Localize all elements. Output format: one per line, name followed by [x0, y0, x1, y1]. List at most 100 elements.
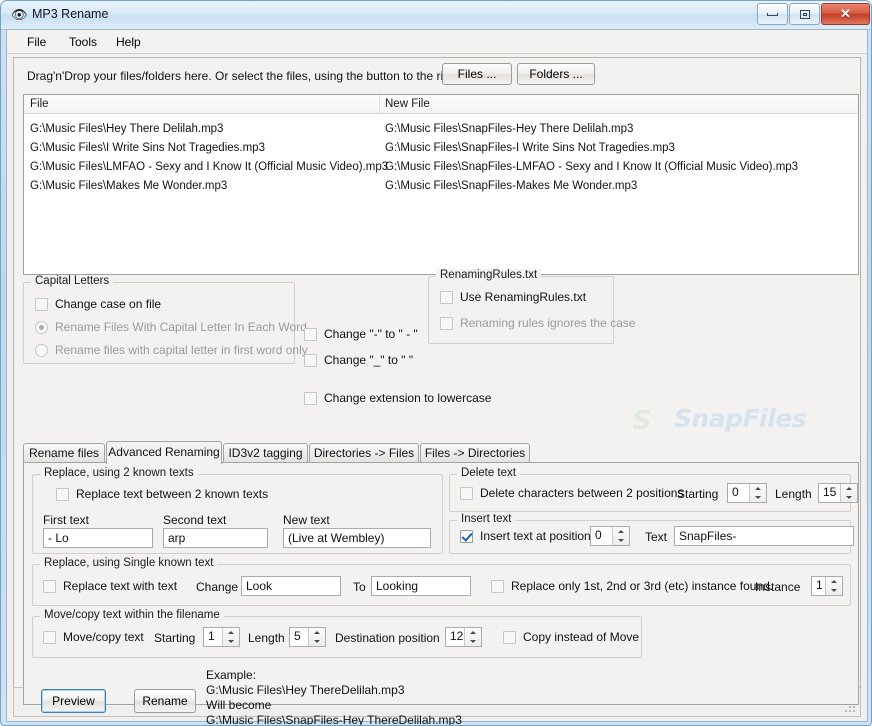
move-copy-title: Move/copy text within the filename: [40, 609, 224, 621]
menu-help[interactable]: Help: [109, 34, 148, 50]
spinner-buttons[interactable]: [308, 628, 325, 646]
tab-directories-to-files[interactable]: Directories -> Files: [309, 443, 419, 463]
radio-capital-each-word[interactable]: [35, 321, 48, 334]
spinner-down-icon[interactable]: [613, 536, 629, 545]
menu-bar: File Tools Help: [7, 30, 867, 54]
radio-capital-first-word-label: Rename files with capital letter in firs…: [55, 343, 308, 357]
copy-instead-label: Copy instead of Move: [523, 630, 640, 644]
new-text-input[interactable]: [283, 528, 431, 548]
spinner-down-icon[interactable]: [841, 493, 857, 502]
spinner-up-icon[interactable]: [465, 628, 481, 637]
tab-id3v2-tagging[interactable]: ID3v2 tagging: [223, 443, 308, 463]
insert-text-checkbox[interactable]: [460, 530, 473, 543]
destination-position-spinner[interactable]: 12: [445, 627, 482, 647]
destination-position-label: Destination position: [335, 631, 440, 645]
instance-spinner[interactable]: 1: [811, 576, 843, 596]
delete-characters-checkbox[interactable]: [460, 487, 473, 500]
rules-ignore-case-checkbox[interactable]: [440, 317, 453, 330]
file-list-header: File New File: [24, 95, 858, 114]
replace-between-label: Replace text between 2 known texts: [76, 487, 269, 501]
cell-file: G:\Music Files\Makes Me Wonder.mp3: [30, 180, 228, 192]
spinner-down-icon[interactable]: [309, 637, 325, 646]
mp3-rename-window: 👁 MP3 Rename ✕ File Tools Help Drag'n'Dr…: [0, 0, 872, 726]
renaming-rules-group: RenamingRules.txt Use RenamingRules.txt …: [428, 269, 635, 344]
spinner-up-icon[interactable]: [826, 577, 842, 586]
spinner-buttons[interactable]: [749, 484, 766, 502]
delete-length-spinner[interactable]: 15: [818, 483, 858, 503]
file-list[interactable]: File New File G:\Music Files\Hey There D…: [23, 94, 859, 275]
insert-position-spinner[interactable]: 0: [590, 526, 630, 546]
files-button[interactable]: Files ...: [442, 63, 512, 85]
spinner-up-icon[interactable]: [750, 484, 766, 493]
change-input[interactable]: [241, 576, 341, 596]
change-underscore-checkbox[interactable]: [304, 354, 317, 367]
delete-starting-spinner[interactable]: 0: [727, 483, 767, 503]
example-line-3: Will become: [206, 698, 272, 712]
delete-characters-label: Delete characters between 2 positions: [480, 486, 684, 500]
new-text-label: New text: [283, 513, 330, 527]
use-renaming-rules-checkbox[interactable]: [440, 291, 453, 304]
spinner-up-icon[interactable]: [841, 484, 857, 493]
spinner-up-icon[interactable]: [309, 628, 325, 637]
change-case-checkbox[interactable]: [35, 298, 48, 311]
spinner-down-icon[interactable]: [826, 586, 842, 595]
table-row[interactable]: G:\Music Files\Hey There Delilah.mp3 G:\…: [24, 121, 858, 140]
menu-tools[interactable]: Tools: [62, 34, 104, 50]
spinner-buttons[interactable]: [222, 628, 239, 646]
tab-rename-files[interactable]: Rename files: [23, 443, 105, 463]
close-button[interactable]: ✕: [821, 3, 870, 25]
menu-file[interactable]: File: [20, 34, 53, 50]
change-case-label: Change case on file: [55, 297, 162, 311]
insert-text-input[interactable]: [674, 526, 854, 546]
replace-instance-checkbox[interactable]: [491, 580, 504, 593]
example-line-4: G:\Music Files\SnapFiles-Hey ThereDelila…: [206, 713, 462, 726]
move-starting-spinner[interactable]: 1: [203, 627, 240, 647]
spinner-buttons[interactable]: [825, 577, 842, 595]
renaming-rules-title: RenamingRules.txt: [436, 269, 542, 281]
table-row[interactable]: G:\Music Files\LMFAO - Sexy and I Know I…: [24, 159, 858, 178]
replace-single-title: Replace, using Single known text: [40, 557, 218, 569]
spinner-up-icon[interactable]: [613, 527, 629, 536]
second-text-input[interactable]: [163, 528, 268, 548]
rename-button[interactable]: Rename: [134, 689, 196, 713]
spinner-up-icon[interactable]: [223, 628, 239, 637]
copy-instead-checkbox[interactable]: [503, 631, 516, 644]
change-underscore-label: Change "_" to " ": [324, 353, 414, 367]
cell-file: G:\Music Files\I Write Sins Not Tragedie…: [30, 142, 265, 154]
table-row[interactable]: G:\Music Files\I Write Sins Not Tragedie…: [24, 140, 858, 159]
folders-button[interactable]: Folders ...: [517, 63, 595, 85]
table-row[interactable]: G:\Music Files\Makes Me Wonder.mp3 G:\Mu…: [24, 178, 858, 197]
advanced-renaming-panel: Replace, using 2 known texts Replace tex…: [23, 462, 859, 725]
spinner-down-icon[interactable]: [465, 637, 481, 646]
spinner-buttons[interactable]: [464, 628, 481, 646]
replace-with-text-checkbox[interactable]: [43, 580, 56, 593]
move-copy-group: Move/copy text within the filename Move/…: [32, 609, 642, 658]
to-input[interactable]: [371, 576, 471, 596]
preview-button[interactable]: Preview: [41, 689, 106, 713]
change-dash-checkbox[interactable]: [304, 328, 317, 341]
column-header-new-file[interactable]: New File: [385, 98, 430, 110]
tab-files-to-directories[interactable]: Files -> Directories: [420, 443, 530, 463]
replace-between-checkbox[interactable]: [56, 488, 69, 501]
maximize-button[interactable]: [789, 3, 820, 25]
cell-new-file: G:\Music Files\SnapFiles-LMFAO - Sexy an…: [385, 161, 799, 173]
change-extension-lowercase-checkbox[interactable]: [304, 392, 317, 405]
move-copy-checkbox[interactable]: [43, 631, 56, 644]
delete-starting-label: Starting: [677, 487, 719, 501]
tab-advanced-renaming[interactable]: Advanced Renaming: [106, 441, 222, 464]
minimize-button[interactable]: [757, 3, 788, 25]
change-extension-lowercase-label: Change extension to lowercase: [324, 391, 492, 405]
radio-capital-first-word[interactable]: [35, 344, 48, 357]
spinner-down-icon[interactable]: [750, 493, 766, 502]
insert-position-value: 0: [595, 528, 602, 542]
column-header-file[interactable]: File: [30, 98, 49, 110]
eye-icon: 👁: [11, 7, 28, 22]
window-title: MP3 Rename: [32, 7, 109, 21]
delete-length-value: 15: [823, 485, 837, 499]
move-length-spinner[interactable]: 5: [289, 627, 326, 647]
first-text-input[interactable]: [43, 528, 153, 548]
spinner-down-icon[interactable]: [223, 637, 239, 646]
spinner-buttons[interactable]: [840, 484, 857, 502]
spinner-buttons[interactable]: [612, 527, 629, 545]
drop-hint-label: Drag'n'Drop your files/folders here. Or …: [27, 69, 460, 83]
